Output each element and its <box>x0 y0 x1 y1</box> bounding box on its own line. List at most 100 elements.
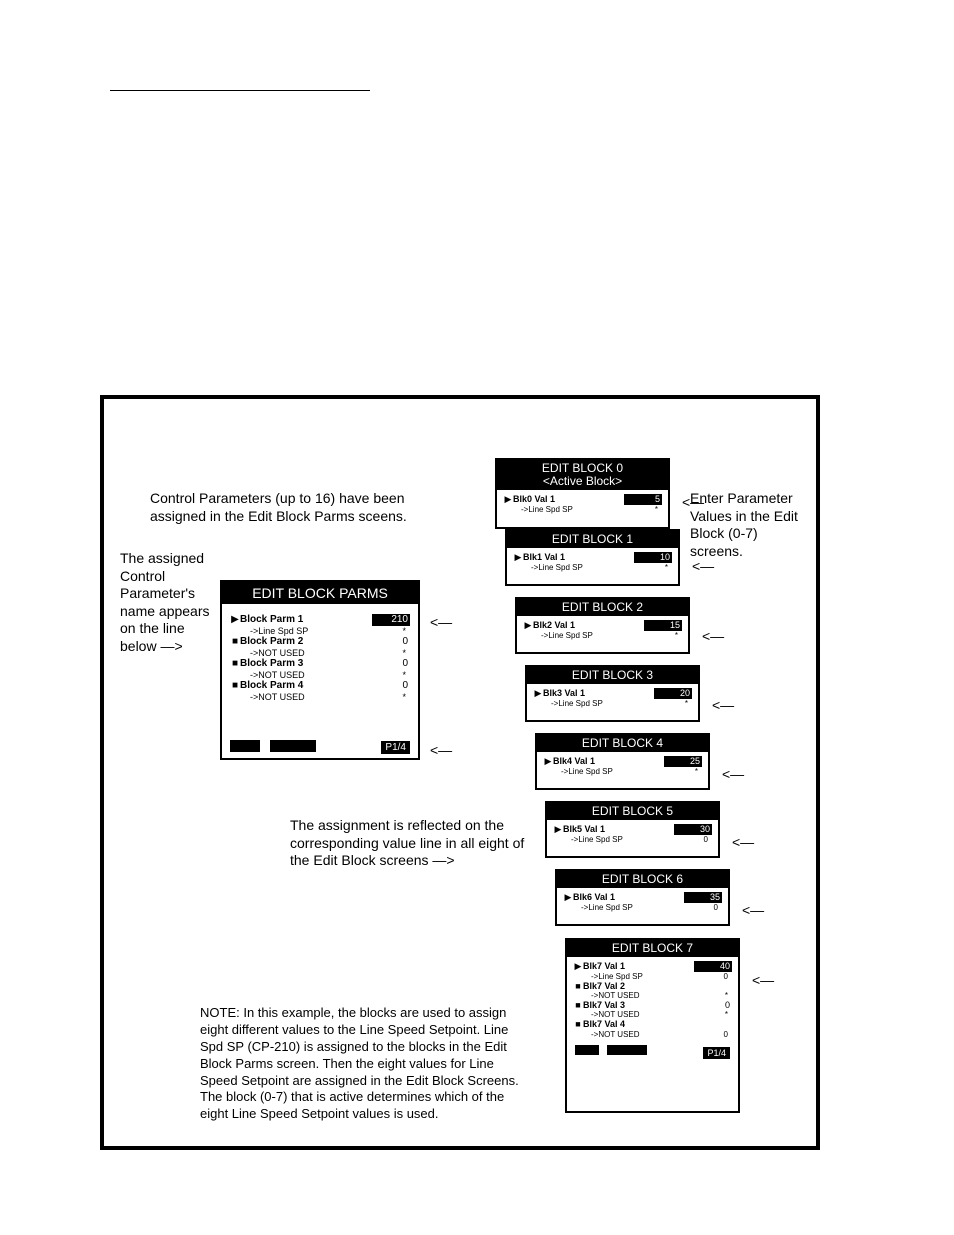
header-rule <box>110 90 370 91</box>
edit-block-5-panel: EDIT BLOCK 5 ▶ Blk5 Val 1 30 ->Line Spd … <box>545 801 720 858</box>
parm-value: 0 <box>372 680 410 692</box>
block-row[interactable]: ■ Blk7 Val 3 0 <box>573 1000 732 1010</box>
block-star: * <box>688 767 702 776</box>
block-star: 0 <box>718 972 732 981</box>
block-sub: ->Line Spd SP * <box>513 563 672 572</box>
block-row[interactable]: ▶ Blk0 Val 1 5 <box>503 494 662 504</box>
edit-block-3-panel: EDIT BLOCK 3 ▶ Blk3 Val 1 20 ->Line Spd … <box>525 665 700 722</box>
parm-row[interactable]: ■ Block Parm 2 0 <box>230 636 410 648</box>
panel-body: ▶ Blk4 Val 1 25 ->Line Spd SP * <box>537 752 708 777</box>
panel-body: ▶ Blk7 Val 1 40 ->Line Spd SP 0 ■ Blk7 V… <box>567 957 738 1060</box>
parm-star: * <box>396 670 410 680</box>
pager-block-icon <box>607 1045 647 1055</box>
block-row[interactable]: ▶ Blk3 Val 1 20 <box>533 688 692 698</box>
edit-block-7-panel: EDIT BLOCK 7 ▶ Blk7 Val 1 40 ->Line Spd … <box>565 938 740 1113</box>
parm-value: 0 <box>372 658 410 670</box>
block-sublabel: ->Line Spd SP <box>591 972 718 981</box>
panel-title: EDIT BLOCK 1 <box>507 531 678 548</box>
block-star: * <box>658 563 672 572</box>
block-sublabel: ->Line Spd SP <box>571 835 698 844</box>
block-row[interactable]: ■ Blk7 Val 4 <box>573 1019 732 1029</box>
block-label: Blk7 Val 3 <box>583 1000 694 1010</box>
block-sub: ->Line Spd SP * <box>533 699 692 708</box>
parm-sub: ->NOT USED * <box>230 692 410 702</box>
block-label: Blk1 Val 1 <box>523 552 634 562</box>
block-sublabel: ->Line Spd SP <box>561 767 688 776</box>
block-sublabel: ->NOT USED <box>591 991 718 1000</box>
block-sublabel: ->Line Spd SP <box>581 903 708 912</box>
block-row[interactable]: ▶ Blk2 Val 1 15 <box>523 620 682 630</box>
arrow-left-icon: <— <box>722 766 744 782</box>
block-sub: ->NOT USED * <box>573 991 732 1000</box>
triangle-icon: ▶ <box>573 961 583 971</box>
block-value: 40 <box>694 961 732 971</box>
triangle-icon: ▶ <box>230 614 240 626</box>
block-value: 10 <box>634 552 672 562</box>
panel-body: ▶ Blk3 Val 1 20 ->Line Spd SP * <box>527 684 698 709</box>
annotation-top-left: Control Parameters (up to 16) have been … <box>150 490 410 525</box>
parm-label: Block Parm 4 <box>240 680 372 692</box>
panel-title: EDIT BLOCK 2 <box>517 599 688 616</box>
page: Control Parameters (up to 16) have been … <box>0 0 954 1235</box>
parm-value: 210 <box>372 614 410 626</box>
block-label: Blk7 Val 2 <box>583 981 694 991</box>
triangle-icon: ▶ <box>553 824 563 834</box>
block-row[interactable]: ■ Blk7 Val 2 <box>573 981 732 991</box>
annotation-right: Enter Parameter Values in the Edit Block… <box>690 490 800 560</box>
block-value: 15 <box>644 620 682 630</box>
triangle-icon: ▶ <box>543 756 553 766</box>
block-sub: ->Line Spd SP * <box>543 767 702 776</box>
block-star: * <box>718 1010 732 1019</box>
block-star: * <box>668 631 682 640</box>
arrow-left-icon: <— <box>430 614 452 630</box>
parms-list: ▶ Block Parm 1 210 ->Line Spd SP * ■ Blo… <box>222 604 418 702</box>
square-icon: ■ <box>573 981 583 991</box>
block-sublabel: ->NOT USED <box>591 1030 718 1039</box>
block-sub: ->NOT USED 0 <box>573 1030 732 1039</box>
block-row[interactable]: ▶ Blk1 Val 1 10 <box>513 552 672 562</box>
block-row[interactable]: ▶ Blk6 Val 1 35 <box>563 892 722 902</box>
panel-title: EDIT BLOCK 5 <box>547 803 718 820</box>
block-label: Blk7 Val 1 <box>583 961 694 971</box>
pager-label: P1/4 <box>703 1047 730 1059</box>
edit-block-parms-panel: EDIT BLOCK PARMS ▶ Block Parm 1 210 ->Li… <box>220 580 420 760</box>
triangle-icon: ▶ <box>513 552 523 562</box>
parm-sub: ->NOT USED * <box>230 670 410 680</box>
block-sublabel: ->Line Spd SP <box>521 505 648 514</box>
parm-label: Block Parm 1 <box>240 614 372 626</box>
parm-row[interactable]: ■ Block Parm 4 0 <box>230 680 410 692</box>
block-star: * <box>648 505 662 514</box>
block-star: 0 <box>708 903 722 912</box>
block-sub: ->Line Spd SP * <box>523 631 682 640</box>
triangle-icon: ▶ <box>533 688 543 698</box>
edit-block-0-panel: EDIT BLOCK 0 <Active Block> ▶ Blk0 Val 1… <box>495 458 670 529</box>
parm-sublabel: ->Line Spd SP <box>250 626 396 636</box>
block-sublabel: ->NOT USED <box>591 1010 718 1019</box>
block-label: Blk0 Val 1 <box>513 494 624 504</box>
block-value: 30 <box>674 824 712 834</box>
block-label: Blk7 Val 4 <box>583 1019 694 1029</box>
edit-block-1-panel: EDIT BLOCK 1 ▶ Blk1 Val 1 10 ->Line Spd … <box>505 529 680 586</box>
block-row[interactable]: ▶ Blk4 Val 1 25 <box>543 756 702 766</box>
edit-block-2-panel: EDIT BLOCK 2 ▶ Blk2 Val 1 15 ->Line Spd … <box>515 597 690 654</box>
block-sub: ->Line Spd SP 0 <box>573 972 732 981</box>
triangle-icon: ▶ <box>503 494 513 504</box>
block-label: Blk4 Val 1 <box>553 756 664 766</box>
panel-title: EDIT BLOCK 4 <box>537 735 708 752</box>
parm-sublabel: ->NOT USED <box>250 692 396 702</box>
block-star: 0 <box>718 1030 732 1039</box>
parm-row[interactable]: ■ Block Parm 3 0 <box>230 658 410 670</box>
parm-value: 0 <box>372 636 410 648</box>
panel-body: ▶ Blk0 Val 1 5 ->Line Spd SP * <box>497 490 668 515</box>
block-row[interactable]: ▶ Blk5 Val 1 30 <box>553 824 712 834</box>
arrow-left-icon: <— <box>702 628 724 644</box>
block-label: Blk5 Val 1 <box>563 824 674 834</box>
block-sublabel: ->Line Spd SP <box>551 699 678 708</box>
parm-star: * <box>396 692 410 702</box>
block-sublabel: ->Line Spd SP <box>531 563 658 572</box>
panel-title: EDIT BLOCK 0 <Active Block> <box>497 460 668 490</box>
block-star: 0 <box>698 835 712 844</box>
parm-row[interactable]: ▶ Block Parm 1 210 <box>230 614 410 626</box>
block-row[interactable]: ▶ Blk7 Val 1 40 <box>573 961 732 971</box>
parm-sub: ->NOT USED * <box>230 648 410 658</box>
